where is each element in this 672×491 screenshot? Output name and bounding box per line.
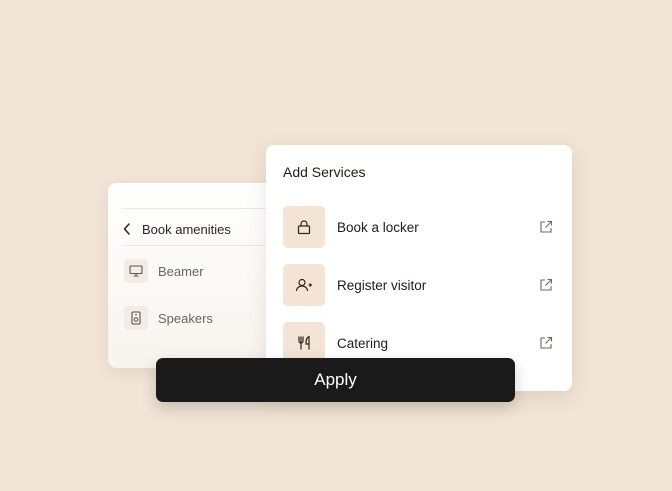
amenity-label: Speakers: [158, 310, 213, 326]
icon-tile: [124, 259, 148, 283]
monitor-icon: [129, 265, 143, 277]
external-link-icon[interactable]: [538, 335, 554, 351]
apply-button[interactable]: Apply: [156, 358, 515, 402]
canvas: Book amenities Beamer Speakers Add Servi…: [0, 0, 672, 491]
amenities-title: Book amenities: [142, 221, 231, 237]
external-link-icon[interactable]: [538, 219, 554, 235]
amenity-item-speakers[interactable]: Speakers: [124, 305, 213, 331]
user-add-icon: [295, 278, 312, 292]
services-card: Add Services Book a locker Register visi…: [266, 145, 572, 391]
speaker-icon: [131, 311, 141, 325]
lock-icon: [297, 220, 311, 235]
service-item-register-visitor[interactable]: Register visitor: [283, 263, 556, 307]
service-item-book-locker[interactable]: Book a locker: [283, 205, 556, 249]
services-title: Add Services: [283, 164, 366, 180]
icon-tile: [283, 206, 325, 248]
service-label: Register visitor: [337, 277, 427, 293]
service-label: Catering: [337, 335, 389, 351]
icon-tile: [283, 264, 325, 306]
external-link-icon[interactable]: [538, 277, 554, 293]
icon-tile: [124, 306, 148, 330]
service-label: Book a locker: [337, 219, 419, 235]
amenity-label: Beamer: [158, 263, 204, 279]
chevron-left-icon[interactable]: [122, 222, 132, 236]
cutlery-icon: [298, 335, 310, 350]
amenity-item-beamer[interactable]: Beamer: [124, 258, 204, 284]
